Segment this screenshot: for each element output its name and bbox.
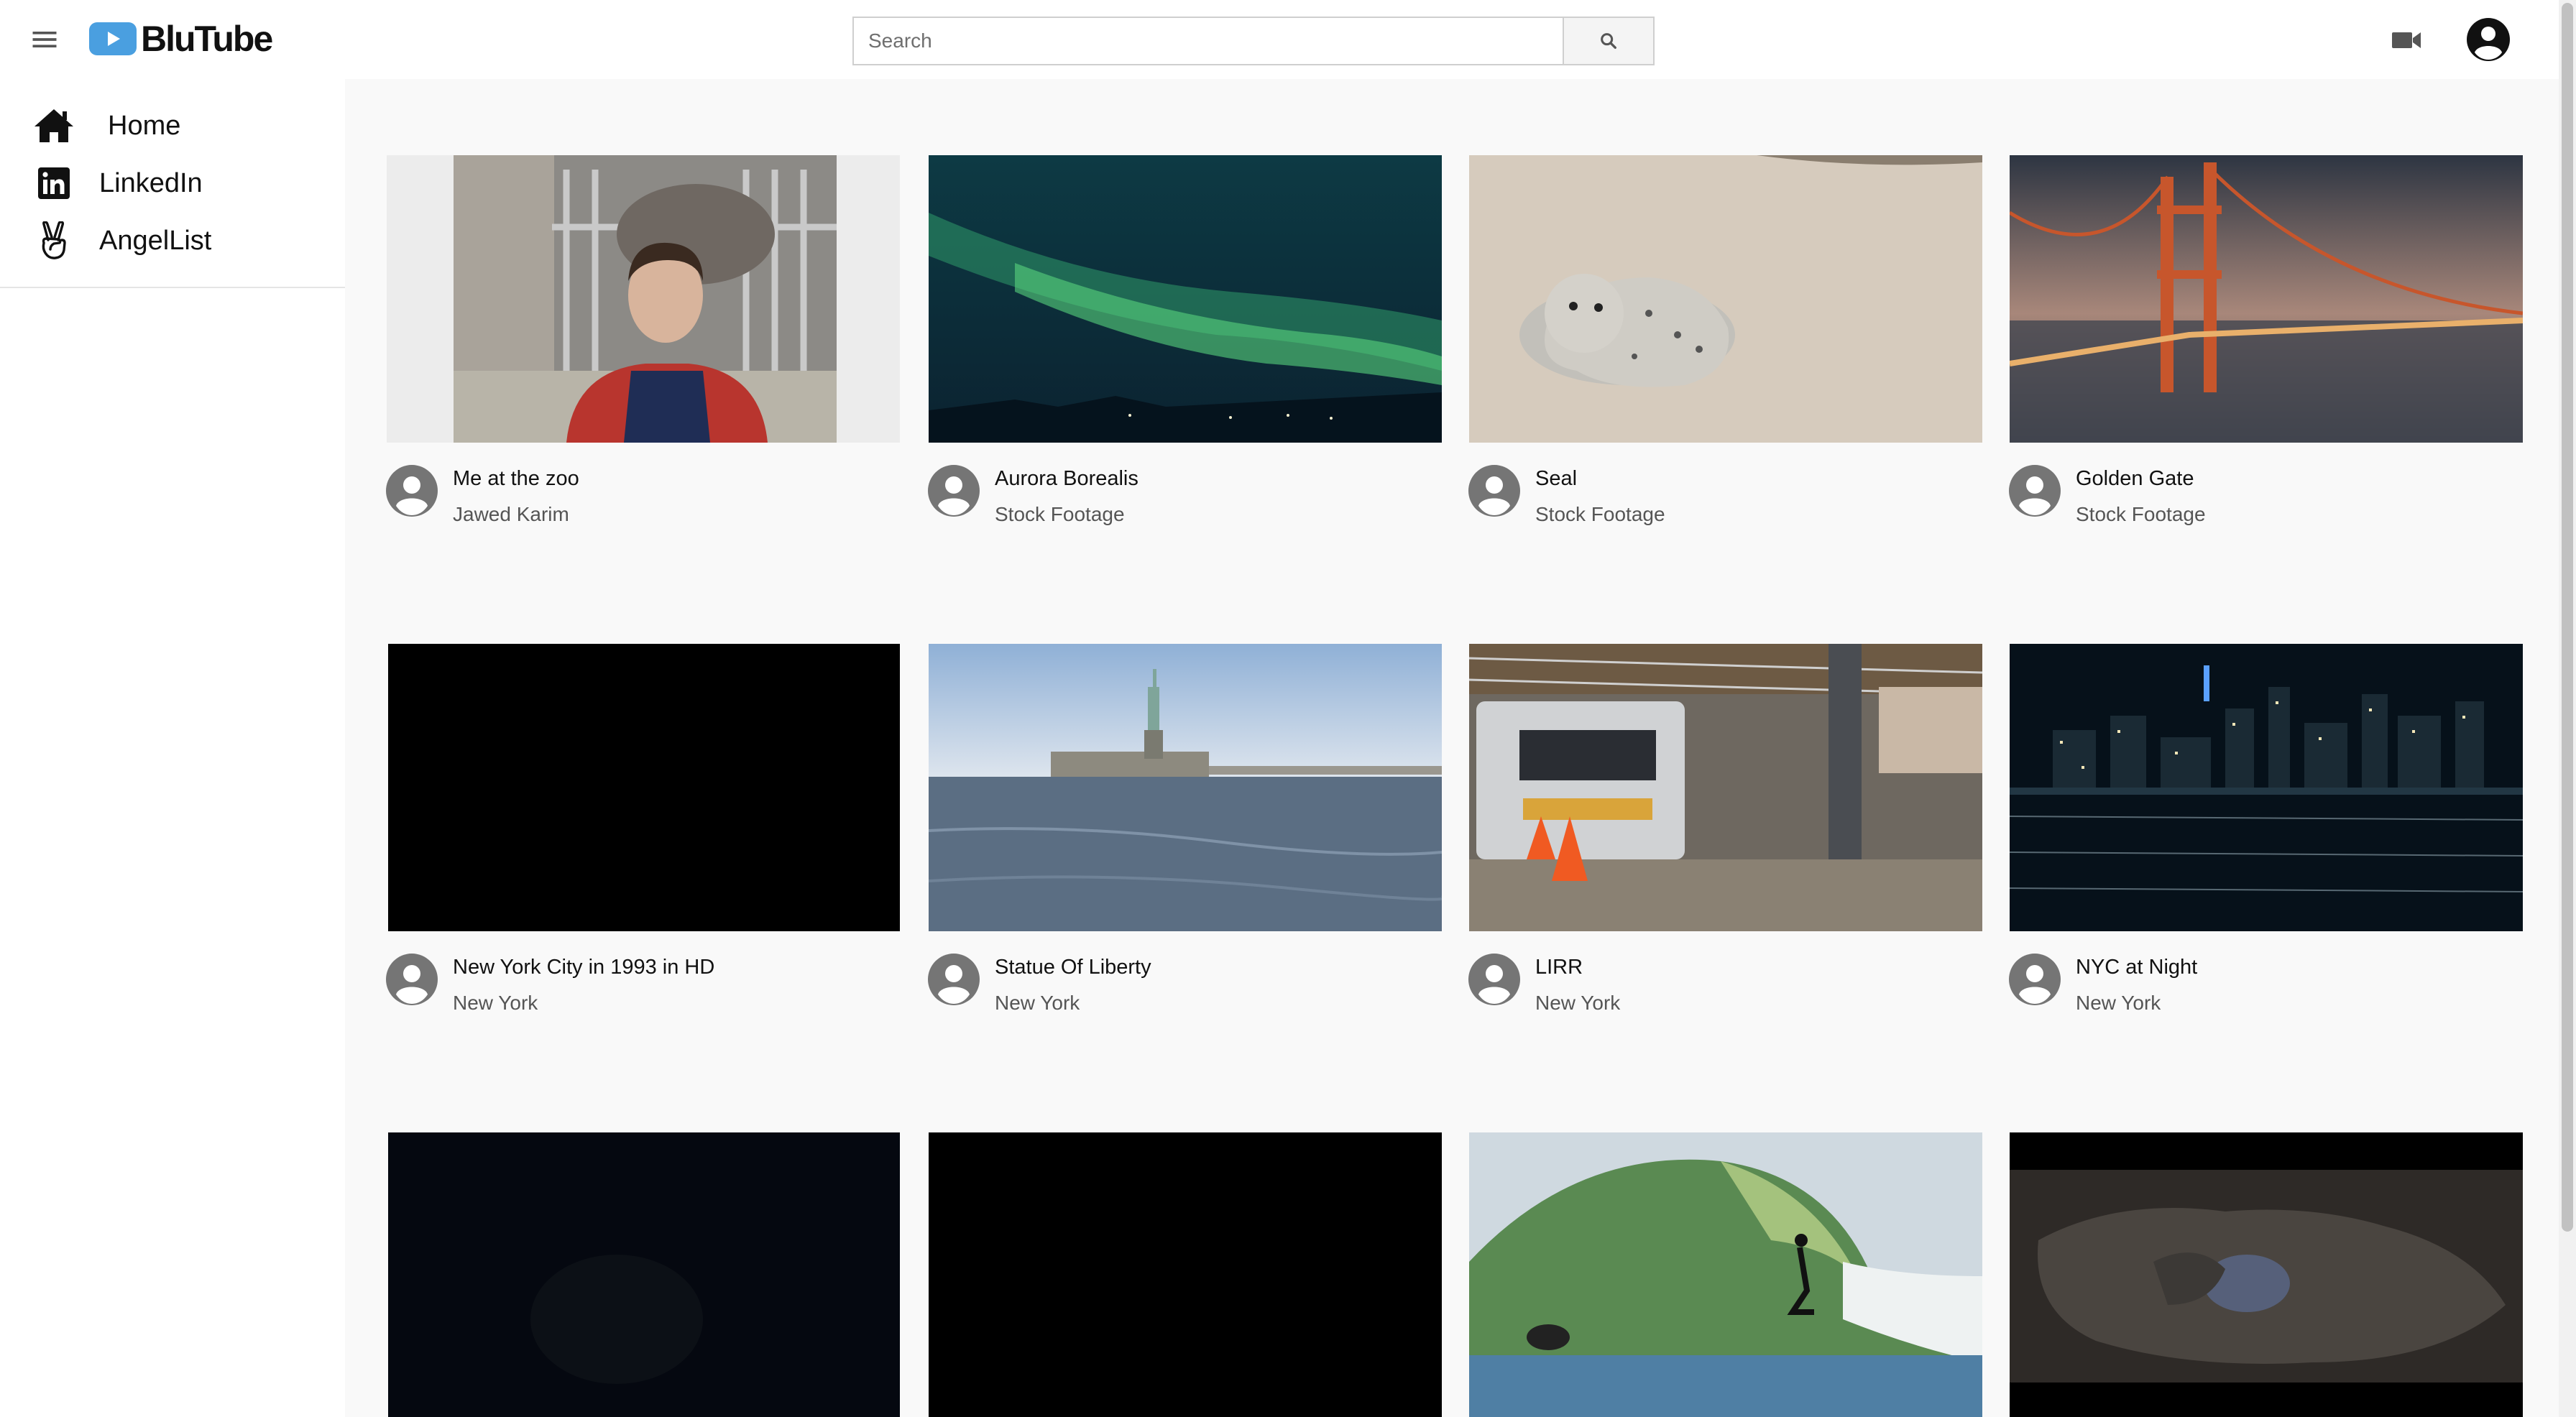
video-title[interactable]: Me at the zoo — [453, 467, 579, 491]
home-icon — [32, 103, 76, 148]
sidebar-item-home[interactable]: Home — [0, 97, 345, 154]
video-thumbnail[interactable] — [1469, 155, 1982, 443]
linkedin-icon — [32, 161, 76, 206]
channel-name[interactable]: Jawed Karim — [453, 503, 569, 526]
channel-name[interactable]: New York — [995, 992, 1080, 1015]
channel-avatar[interactable] — [927, 953, 980, 1006]
video-title[interactable]: Golden Gate — [2076, 467, 2194, 491]
channel-name[interactable]: New York — [453, 992, 538, 1015]
sidebar-item-angellist[interactable]: AngelList — [0, 212, 345, 269]
search-input[interactable] — [852, 17, 1563, 65]
video-thumbnail[interactable] — [1469, 644, 1982, 931]
channel-avatar[interactable] — [385, 464, 438, 517]
channel-name[interactable]: New York — [1535, 992, 1620, 1015]
video-card[interactable] — [387, 1132, 900, 1417]
video-thumbnail[interactable] — [387, 644, 900, 931]
video-title[interactable]: LIRR — [1535, 956, 1583, 979]
search-icon — [1601, 33, 1616, 49]
channel-name[interactable]: Stock Footage — [1535, 503, 1665, 526]
channel-avatar[interactable] — [1468, 464, 1521, 517]
sidebar-item-label: AngelList — [99, 225, 212, 256]
account-circle-icon — [2467, 18, 2510, 61]
channel-avatar[interactable] — [385, 953, 438, 1006]
sidebar-item-linkedin[interactable]: LinkedIn — [0, 154, 345, 212]
video-thumbnail[interactable] — [1469, 1132, 1982, 1417]
video-thumbnail[interactable] — [2010, 644, 2523, 931]
video-card[interactable] — [2010, 1132, 2523, 1417]
play-logo-icon — [89, 22, 137, 55]
channel-avatar[interactable] — [2008, 464, 2061, 517]
account-button[interactable] — [2465, 17, 2511, 66]
scrollbar-thumb[interactable] — [2562, 3, 2573, 1232]
video-title[interactable]: Aurora Borealis — [995, 467, 1138, 491]
app-logo[interactable]: BluTube — [89, 19, 273, 59]
page-scrollbar[interactable] — [2559, 0, 2576, 1417]
search-bar — [852, 17, 1655, 65]
channel-name[interactable]: Stock Footage — [995, 503, 1125, 526]
sidebar-item-label: LinkedIn — [99, 167, 203, 198]
video-thumbnail[interactable] — [929, 644, 1442, 931]
video-card[interactable] — [929, 1132, 1442, 1417]
sidebar-item-label: Home — [108, 110, 181, 141]
channel-avatar[interactable] — [2008, 953, 2061, 1006]
top-app-bar: BluTube — [0, 0, 2576, 79]
video-thumbnail[interactable] — [387, 1132, 900, 1417]
video-thumbnail[interactable] — [387, 155, 900, 443]
sidebar-divider — [0, 287, 345, 288]
video-thumbnail[interactable] — [2010, 155, 2523, 443]
menu-icon[interactable] — [29, 24, 60, 55]
upload-video-button[interactable] — [2391, 26, 2422, 57]
video-thumbnail[interactable] — [929, 155, 1442, 443]
sidebar: Home LinkedIn AngelList — [0, 79, 345, 1417]
video-camera-icon — [2392, 32, 2421, 48]
video-title[interactable]: NYC at Night — [2076, 956, 2197, 979]
video-title[interactable]: New York City in 1993 in HD — [453, 956, 714, 979]
channel-avatar[interactable] — [927, 464, 980, 517]
search-button[interactable] — [1563, 17, 1655, 65]
app-name: BluTube — [141, 19, 273, 59]
video-thumbnail[interactable] — [929, 1132, 1442, 1417]
angellist-icon — [32, 218, 76, 263]
video-card[interactable] — [1469, 1132, 1982, 1417]
channel-name[interactable]: Stock Footage — [2076, 503, 2206, 526]
video-thumbnail[interactable] — [2010, 1132, 2523, 1417]
channel-avatar[interactable] — [1468, 953, 1521, 1006]
channel-name[interactable]: New York — [2076, 992, 2161, 1015]
video-title[interactable]: Statue Of Liberty — [995, 956, 1151, 979]
video-title[interactable]: Seal — [1535, 467, 1577, 491]
